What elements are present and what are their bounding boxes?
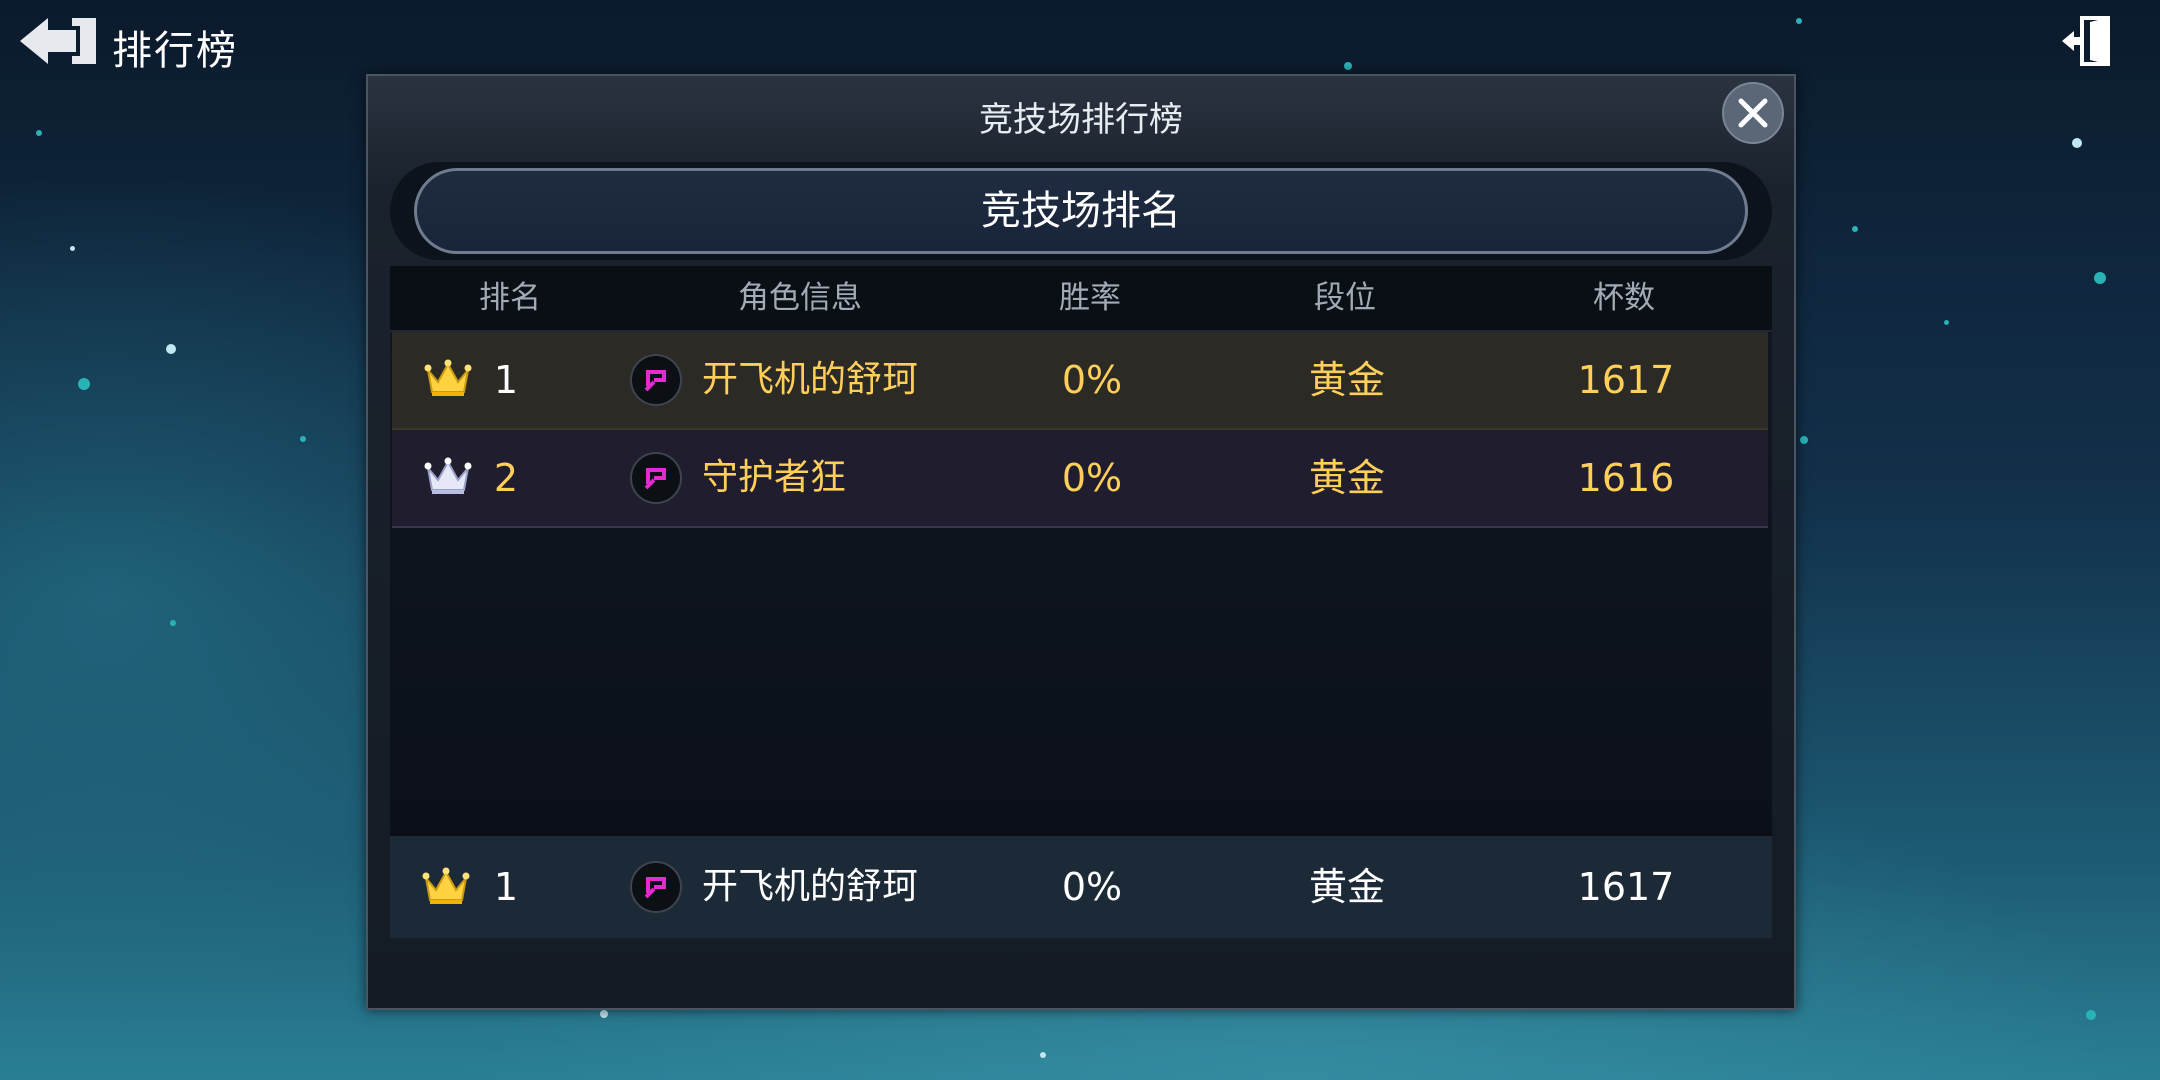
character-name: 开飞机的舒珂: [702, 359, 919, 400]
tier: 黄金: [1308, 456, 1385, 500]
avatar[interactable]: [630, 861, 682, 913]
column-header-tier: 段位: [1314, 280, 1376, 316]
tier: 黄金: [1308, 358, 1385, 402]
character-name: 开飞机的舒珂: [702, 866, 919, 907]
gold-crown-icon: [424, 359, 472, 396]
rank-number: 2: [493, 456, 519, 500]
page-title: 排行榜: [112, 28, 238, 74]
cup-count: 1617: [1577, 358, 1675, 402]
panel-title: 竞技场排行榜: [979, 100, 1183, 140]
table-header: 排名 角色信息 胜率 段位 杯数: [390, 266, 1772, 332]
exit-door-icon: [2062, 16, 2110, 66]
column-header-win-rate: 胜率: [1059, 280, 1121, 316]
character-name: 守护者狂: [702, 457, 847, 498]
win-rate: 0%: [1061, 865, 1123, 909]
rank-number: 1: [493, 865, 519, 909]
tier: 黄金: [1308, 865, 1385, 909]
character-class-icon: [644, 370, 666, 392]
tab-bar: 竞技场排名: [390, 162, 1772, 260]
close-icon: [1738, 98, 1768, 128]
exit-button[interactable]: [2060, 14, 2112, 68]
win-rate: 0%: [1061, 456, 1123, 500]
cup-count: 1616: [1577, 456, 1675, 500]
avatar[interactable]: [630, 452, 682, 504]
ranking-table[interactable]: 排名 角色信息 胜率 段位 杯数 1 开飞机的舒珂 0% 黄金 1617 2 守…: [390, 266, 1772, 836]
silver-crown-icon: [424, 457, 472, 494]
column-header-character: 角色信息: [738, 280, 862, 316]
character-class-icon: [644, 877, 666, 899]
close-button[interactable]: [1722, 82, 1784, 144]
back-arrow-icon: [20, 18, 96, 64]
tab-arena-ranking[interactable]: 竞技场排名: [414, 168, 1748, 254]
leaderboard-panel: 竞技场排行榜 竞技场排名 排名 角色信息 胜率 段位 杯数 1 开飞机的舒珂 0…: [366, 74, 1796, 1010]
character-class-icon: [644, 468, 666, 490]
table-row[interactable]: 1 开飞机的舒珂 0% 黄金 1617: [392, 332, 1768, 430]
avatar[interactable]: [630, 354, 682, 406]
column-header-cups: 杯数: [1593, 280, 1655, 316]
table-row[interactable]: 2 守护者狂 0% 黄金 1616: [392, 430, 1768, 528]
cup-count: 1617: [1577, 865, 1675, 909]
back-button[interactable]: [18, 14, 100, 68]
rank-number: 1: [493, 358, 519, 402]
win-rate: 0%: [1061, 358, 1123, 402]
my-ranking-row[interactable]: 1 开飞机的舒珂 0% 黄金 1617: [390, 834, 1772, 938]
column-header-rank: 排名: [479, 280, 541, 316]
gold-crown-icon: [422, 867, 470, 904]
